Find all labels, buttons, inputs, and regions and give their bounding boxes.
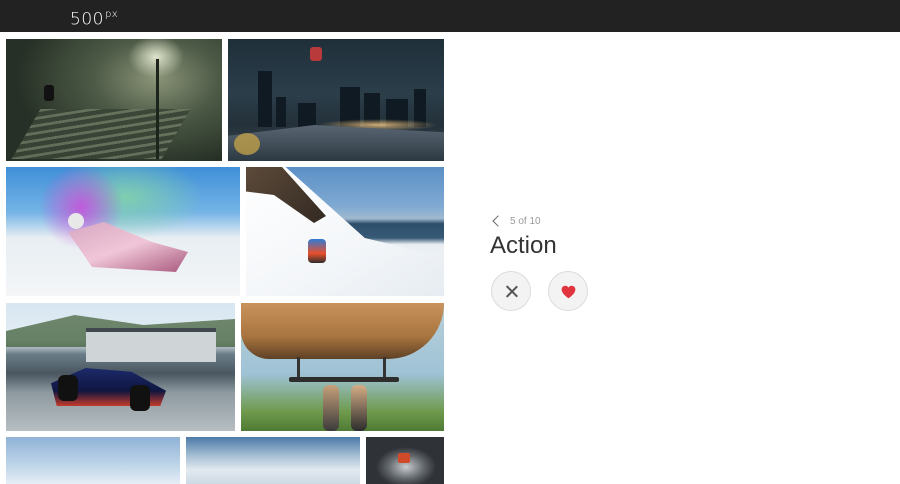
helmet — [68, 213, 84, 229]
person — [351, 385, 367, 431]
photo-image — [6, 39, 222, 161]
brand-logo — [234, 133, 260, 155]
like-button[interactable] — [548, 271, 588, 311]
wheel — [58, 375, 78, 401]
category-counter: 5 of 10 — [510, 215, 541, 227]
photo-formula-one[interactable] — [6, 303, 235, 431]
skid-bar — [289, 377, 399, 382]
skier-body — [68, 222, 188, 272]
lamp-post — [156, 59, 159, 159]
photo-image — [186, 437, 360, 484]
close-icon — [505, 285, 518, 298]
photo-sky[interactable] — [6, 437, 180, 484]
city-skyline — [228, 67, 444, 127]
rider — [44, 85, 54, 101]
photo-image — [246, 167, 444, 296]
grandstand — [86, 328, 216, 362]
top-navigation-bar: 500px — [0, 0, 900, 32]
chevron-left-icon[interactable] — [492, 215, 504, 227]
500px-logo[interactable]: 500px — [70, 6, 118, 30]
category-title: Action — [490, 232, 557, 259]
category-pager: 5 of 10 — [492, 214, 541, 228]
photo-image — [6, 167, 240, 296]
skid-strut — [383, 357, 386, 379]
photo-image — [366, 437, 444, 484]
skid-strut — [297, 357, 300, 379]
heart-icon — [561, 285, 576, 299]
skier — [308, 239, 326, 263]
photo-image — [6, 437, 180, 484]
photo-helicopter[interactable] — [241, 303, 444, 431]
photo-image — [228, 39, 444, 161]
photo-skier-smoke[interactable] — [6, 167, 240, 296]
photo-skier-city[interactable] — [228, 39, 444, 161]
photo-image — [6, 303, 235, 431]
photo-skateboarder-stairs[interactable] — [6, 39, 222, 161]
dismiss-button[interactable] — [491, 271, 531, 311]
logo-text: 500 — [70, 9, 104, 30]
photo-skier-slope[interactable] — [246, 167, 444, 296]
person — [323, 385, 339, 431]
photo-clouds[interactable] — [186, 437, 360, 484]
photo-parachutist[interactable] — [366, 437, 444, 484]
stairs — [11, 109, 191, 159]
logo-suffix: px — [104, 9, 119, 20]
parachutist — [398, 453, 410, 463]
wheel — [130, 385, 150, 411]
skier — [310, 47, 322, 61]
photo-image — [241, 303, 444, 431]
helicopter-body — [241, 303, 444, 359]
